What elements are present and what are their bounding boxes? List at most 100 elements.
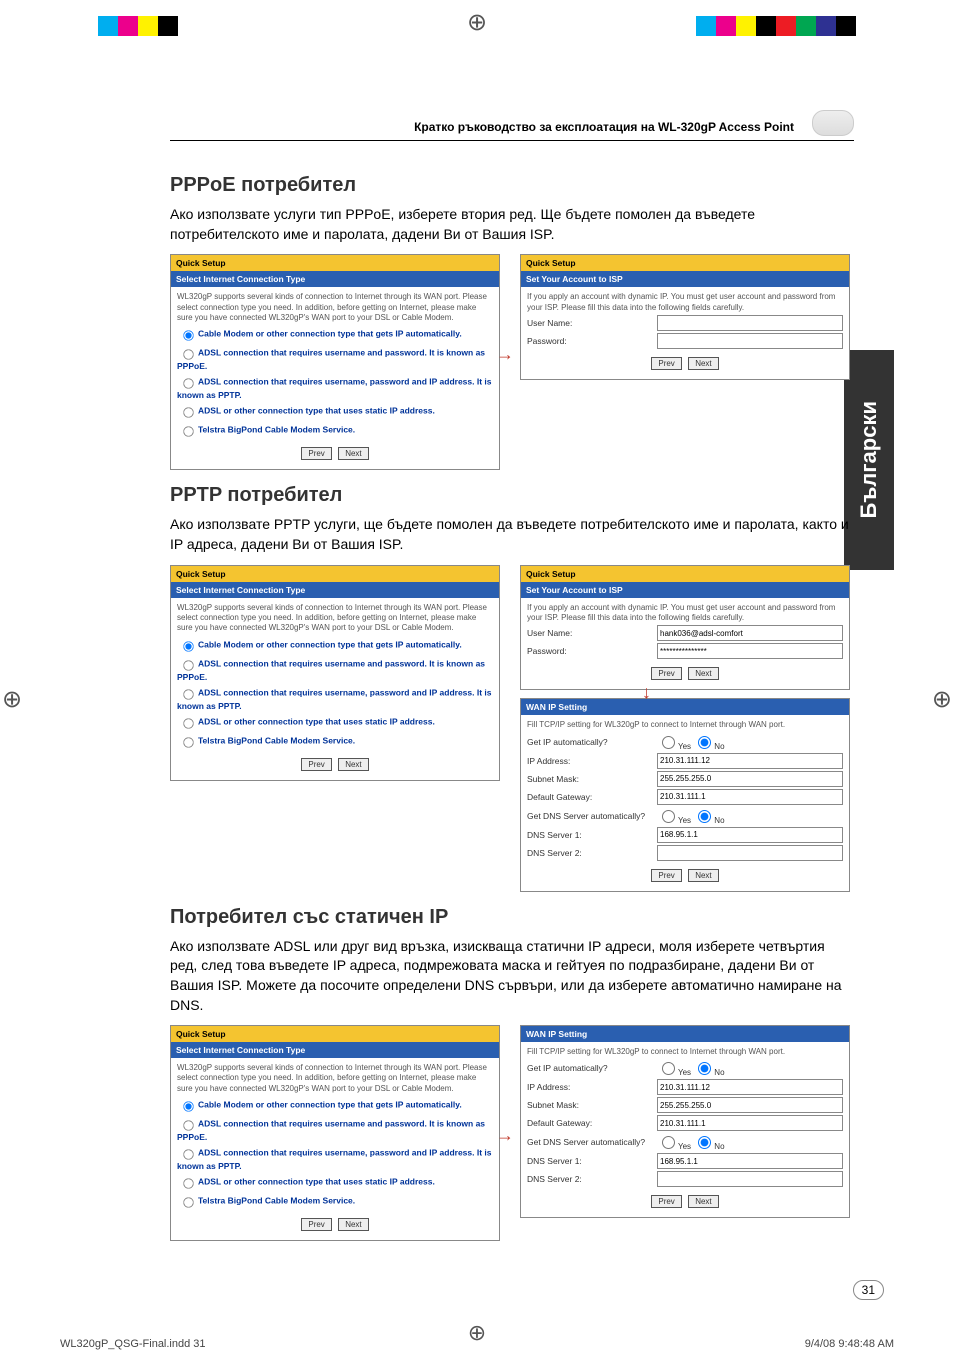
panel-subtitle: Select Internet Connection Type (171, 582, 499, 598)
pass-input[interactable] (657, 333, 843, 349)
section-heading-pppoe: PPPoE потребител (170, 174, 850, 197)
next-button[interactable]: Next (688, 357, 718, 370)
panel-subtitle: Select Internet Connection Type (171, 1042, 499, 1058)
section-intro-pppoe: Ако използвате услуги тип PPPoE, изберет… (170, 205, 850, 244)
panel-title: Quick Setup (521, 255, 849, 271)
wan-desc: Fill TCP/IP setting for WL320gP to conne… (527, 1047, 843, 1057)
section-intro-static: Ако използвате ADSL или друг вид връзка,… (170, 937, 850, 1015)
pass-label: Password: (527, 336, 657, 346)
panel-title: Quick Setup (171, 255, 499, 271)
section-heading-pptp: PPTP потребител (170, 484, 850, 507)
opt-pptp[interactable]: ADSL connection that requires username, … (177, 1145, 493, 1171)
next-button[interactable]: Next (688, 667, 718, 680)
registration-mark-right: ⊕ (932, 685, 952, 714)
prev-button[interactable]: Prev (651, 667, 681, 680)
print-colorbar-left (98, 16, 178, 36)
prev-button[interactable]: Prev (301, 1218, 331, 1231)
user-input[interactable] (657, 625, 843, 641)
next-button[interactable]: Next (338, 1218, 368, 1231)
section-intro-pptp: Ако използвате PPTP услуги, ще бъдете по… (170, 515, 850, 554)
ip-input[interactable] (657, 1079, 843, 1095)
opt-bigpond[interactable]: Telstra BigPond Cable Modem Service. (177, 1193, 493, 1209)
opt-pppoe[interactable]: ADSL connection that requires username a… (177, 1116, 493, 1142)
get-ip-no[interactable] (698, 736, 711, 749)
panel-subtitle: Select Internet Connection Type (171, 271, 499, 287)
prev-button[interactable]: Prev (651, 357, 681, 370)
footer-date: 9/4/08 9:48:48 AM (805, 1338, 894, 1350)
subnet-label: Subnet Mask: (527, 774, 657, 784)
opt-cable[interactable]: Cable Modem or other connection type tha… (177, 637, 493, 653)
acct-desc: If you apply an account with dynamic IP.… (527, 603, 843, 624)
dns1-input[interactable] (657, 827, 843, 843)
opt-static[interactable]: ADSL or other connection type that uses … (177, 403, 493, 419)
ip-label: IP Address: (527, 756, 657, 766)
acct-desc: If you apply an account with dynamic IP.… (527, 292, 843, 313)
dns1-input[interactable] (657, 1153, 843, 1169)
get-dns-no[interactable] (698, 1136, 711, 1149)
get-ip-yes[interactable] (662, 736, 675, 749)
prev-button[interactable]: Prev (651, 869, 681, 882)
user-input[interactable] (657, 315, 843, 331)
page-number: 31 (853, 1280, 884, 1300)
opt-bigpond[interactable]: Telstra BigPond Cable Modem Service. (177, 733, 493, 749)
registration-mark-top: ⊕ (467, 8, 487, 37)
opt-pppoe[interactable]: ADSL connection that requires username a… (177, 656, 493, 682)
gateway-label: Default Gateway: (527, 1118, 657, 1128)
next-button[interactable]: Next (338, 447, 368, 460)
dns2-label: DNS Server 2: (527, 848, 657, 858)
quick-setup-panel: Quick Setup Select Internet Connection T… (170, 565, 500, 781)
panel-title: WAN IP Setting (521, 1026, 849, 1042)
ip-input[interactable] (657, 753, 843, 769)
opt-cable[interactable]: Cable Modem or other connection type tha… (177, 1097, 493, 1113)
subnet-input[interactable] (657, 771, 843, 787)
pass-input[interactable] (657, 643, 843, 659)
get-ip-yes[interactable] (662, 1062, 675, 1075)
quick-setup-panel: Quick Setup Select Internet Connection T… (170, 254, 500, 470)
panel-subtitle: Set Your Account to ISP (521, 271, 849, 287)
opt-pptp[interactable]: ADSL connection that requires username, … (177, 374, 493, 400)
opt-cable[interactable]: Cable Modem or other connection type tha… (177, 326, 493, 342)
wan-desc: Fill TCP/IP setting for WL320gP to conne… (527, 720, 843, 730)
get-dns-yes[interactable] (662, 810, 675, 823)
panel-desc: WL320gP supports several kinds of connec… (177, 292, 493, 323)
opt-pptp[interactable]: ADSL connection that requires username, … (177, 685, 493, 711)
panel-title: Quick Setup (521, 566, 849, 582)
panel-title: WAN IP Setting (521, 699, 849, 715)
subnet-input[interactable] (657, 1097, 843, 1113)
print-colorbar-right (696, 16, 856, 36)
get-dns-yes[interactable] (662, 1136, 675, 1149)
get-ip-label: Get IP automatically? (527, 1063, 657, 1073)
prev-button[interactable]: Prev (651, 1195, 681, 1208)
panel-desc: WL320gP supports several kinds of connec… (177, 1063, 493, 1094)
prev-button[interactable]: Prev (301, 447, 331, 460)
registration-mark-left: ⊕ (2, 685, 22, 714)
wan-ip-panel: WAN IP Setting Fill TCP/IP setting for W… (520, 698, 850, 891)
opt-static[interactable]: ADSL or other connection type that uses … (177, 1174, 493, 1190)
get-dns-no[interactable] (698, 810, 711, 823)
get-dns-label: Get DNS Server automatically? (527, 1137, 657, 1147)
next-button[interactable]: Next (338, 758, 368, 771)
opt-bigpond[interactable]: Telstra BigPond Cable Modem Service. (177, 422, 493, 438)
dns1-label: DNS Server 1: (527, 830, 657, 840)
arrow-icon: → (496, 344, 514, 365)
dns2-input[interactable] (657, 845, 843, 861)
ip-label: IP Address: (527, 1082, 657, 1092)
dns2-input[interactable] (657, 1171, 843, 1187)
panel-desc: WL320gP supports several kinds of connec… (177, 603, 493, 634)
pass-label: Password: (527, 646, 657, 656)
dns2-label: DNS Server 2: (527, 1174, 657, 1184)
next-button[interactable]: Next (688, 1195, 718, 1208)
gateway-input[interactable] (657, 1115, 843, 1131)
opt-pppoe[interactable]: ADSL connection that requires username a… (177, 345, 493, 371)
wan-ip-panel: WAN IP Setting Fill TCP/IP setting for W… (520, 1025, 850, 1218)
user-label: User Name: (527, 318, 657, 328)
arrow-down-icon: → (639, 684, 660, 702)
get-ip-label: Get IP automatically? (527, 737, 657, 747)
opt-static[interactable]: ADSL or other connection type that uses … (177, 714, 493, 730)
get-ip-no[interactable] (698, 1062, 711, 1075)
get-dns-label: Get DNS Server automatically? (527, 811, 657, 821)
account-panel: Quick Setup Set Your Account to ISP If y… (520, 254, 850, 380)
prev-button[interactable]: Prev (301, 758, 331, 771)
gateway-input[interactable] (657, 789, 843, 805)
next-button[interactable]: Next (688, 869, 718, 882)
